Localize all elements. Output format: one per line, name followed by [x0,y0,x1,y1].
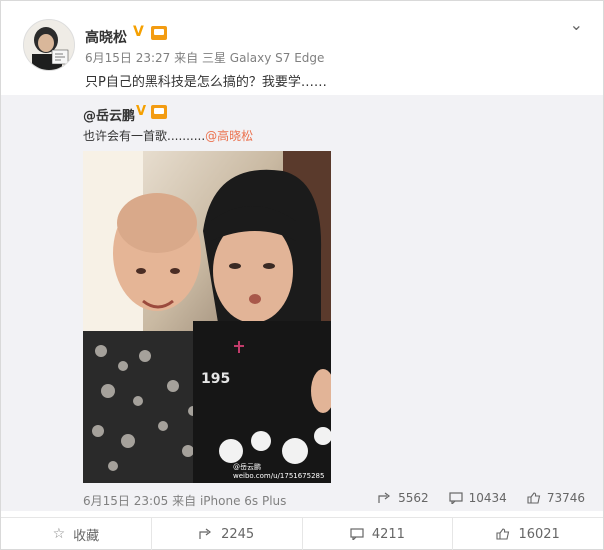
v-badge-icon: V [133,24,144,40]
like-button[interactable]: 16021 [453,518,603,550]
watermark-url: weibo.com/u/1751675285 [233,472,324,480]
comment-icon [350,528,364,540]
forward-icon [199,528,212,539]
chevron-down-icon[interactable]: ⌄ [570,15,583,34]
post-text: 只P自己的黑科技是怎么搞的？我要学…… [85,75,327,90]
repost-like[interactable]: 73746 [527,491,585,505]
action-bar: ☆ 收藏 2245 4211 16021 [1,517,603,550]
level-badge-icon [151,105,167,119]
like-count: 16021 [518,526,560,542]
weibo-post-card: 高晓松 V ⌄ 6月15日 23:27 来自 三星 Galaxy S7 Edge… [0,0,604,550]
repost-text: 也许会有一首歌..........@高晓松 [83,127,253,144]
repost-text-body: 也许会有一首歌.......... [83,129,206,143]
post-source: 来自 三星 Galaxy S7 Edge [174,51,325,65]
repost-comment-count: 10434 [468,491,507,505]
repost-date[interactable]: 6月15日 23:05 [83,494,168,508]
repost-forward-count: 5562 [398,491,429,505]
favorite-label: 收藏 [73,528,100,544]
thumbs-up-icon [496,528,510,540]
post-date[interactable]: 6月15日 23:27 [85,51,170,65]
favorite-button[interactable]: ☆ 收藏 [1,518,152,550]
star-icon: ☆ [52,526,66,542]
repost-source: 来自 iPhone 6s Plus [172,494,287,508]
repost-meta: 6月15日 23:05 来自 iPhone 6s Plus [83,492,286,509]
repost-author[interactable]: @岳云鹏 [83,105,135,124]
forward-icon [378,492,391,503]
watermark-name: @岳云鹏 [233,462,261,471]
author-name[interactable]: 高晓松 [85,27,127,47]
svg-text:195: 195 [201,371,230,387]
forward-button[interactable]: 2245 [152,518,303,550]
comment-button[interactable]: 4211 [303,518,454,550]
level-badge-icon [151,26,167,40]
author-avatar[interactable] [23,19,75,71]
v-badge-icon: V [136,104,147,119]
comment-count: 4211 [371,526,405,542]
repost-photo[interactable]: 195 @岳云鹏 weibo.com/u/1751675285 [83,151,331,483]
mention-link[interactable]: @高晓松 [205,129,253,143]
repost-stats: 5562 10434 73746 [378,491,585,505]
post-meta: 6月15日 23:27 来自 三星 Galaxy S7 Edge [85,49,324,66]
repost-like-count: 73746 [546,491,585,505]
forward-count: 2245 [221,526,255,542]
thumbs-up-icon [527,492,540,504]
comment-icon [449,492,463,504]
repost-comment[interactable]: 10434 [449,491,507,505]
repost-forward[interactable]: 5562 [378,491,429,505]
